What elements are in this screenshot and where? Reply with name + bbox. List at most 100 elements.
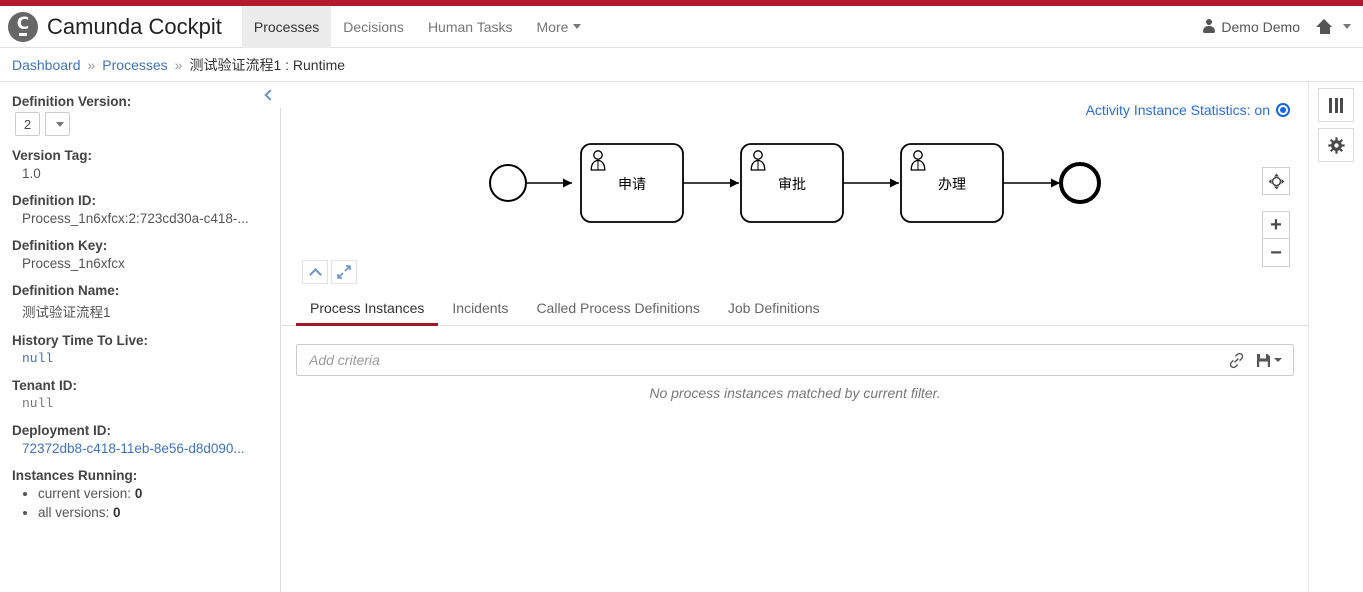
definition-version-group: Definition Version: 2	[12, 94, 266, 136]
current-version-label: current version:	[38, 486, 132, 501]
bpmn-task-3-label: 办理	[938, 177, 966, 193]
all-versions-value: 0	[113, 505, 121, 520]
nav-item-human-tasks[interactable]: Human Tasks	[416, 6, 525, 48]
breadcrumb-separator: »	[174, 57, 183, 73]
definition-id-group: Definition ID: Process_1n6xfcx:2:723cd30…	[12, 193, 266, 226]
deployment-id-value[interactable]: 72372db8-c418-11eb-8e56-d8d090...	[12, 441, 266, 456]
list-item: current version: 0	[38, 486, 266, 501]
tab-incidents[interactable]: Incidents	[438, 300, 522, 325]
definition-name-group: Definition Name: 测试验证流程1	[12, 283, 266, 321]
bpmn-diagram-panel[interactable]: Activity Instance Statistics: on 申请 审批 办…	[282, 82, 1308, 290]
pause-icon	[1329, 97, 1343, 113]
sidebar-collapse-button[interactable]	[256, 82, 281, 108]
minus-icon: −	[1270, 241, 1282, 264]
definition-version-label: Definition Version:	[12, 94, 132, 109]
reset-zoom-button[interactable]	[1262, 167, 1290, 195]
user-name: Demo Demo	[1221, 18, 1300, 35]
version-tag-group: Version Tag: 1.0	[12, 148, 266, 181]
expand-arrows-icon	[337, 265, 351, 279]
chevron-left-icon	[264, 89, 276, 101]
activity-instance-statistics-toggle[interactable]: Activity Instance Statistics: on	[1086, 102, 1290, 118]
user-menu[interactable]: Demo Demo	[1202, 19, 1300, 35]
nav-label-human-tasks: Human Tasks	[427, 18, 513, 35]
bpmn-task-1-label: 申请	[618, 177, 646, 193]
zoom-out-button[interactable]: −	[1262, 239, 1290, 267]
instances-running-list: current version: 0 all versions: 0	[12, 486, 266, 520]
tenant-id-label: Tenant ID:	[12, 378, 77, 393]
breadcrumb-item-processes[interactable]: Processes	[102, 57, 167, 73]
copy-link-button[interactable]	[1228, 352, 1245, 369]
person-icon	[1202, 19, 1215, 34]
settings-button[interactable]	[1318, 128, 1354, 162]
version-selector[interactable]: 2	[12, 112, 266, 136]
version-value[interactable]: 2	[15, 112, 40, 136]
tab-label-job-definitions: Job Definitions	[727, 300, 820, 316]
breadcrumb-separator: »	[87, 57, 96, 73]
filter-actions	[1228, 352, 1293, 369]
brand[interactable]: C Camunda Cockpit	[0, 6, 222, 48]
current-version-value: 0	[134, 486, 143, 501]
right-panel-buttons	[1308, 82, 1363, 592]
deployment-id-group: Deployment ID: 72372db8-c418-11eb-8e56-d…	[12, 423, 266, 456]
nav-item-more[interactable]: More	[525, 6, 594, 48]
pause-button[interactable]	[1318, 88, 1354, 122]
chevron-down-icon	[1343, 24, 1351, 29]
tenant-id-group: Tenant ID: null	[12, 378, 266, 411]
tab-job-definitions[interactable]: Job Definitions	[714, 300, 834, 325]
main-nav: Processes Decisions Human Tasks More	[241, 5, 594, 48]
breadcrumb: Dashboard » Processes » 测试验证流程1 : Runtim…	[0, 49, 1363, 82]
definition-sidebar: Definition Version: 2 Version Tag: 1.0 D…	[0, 82, 281, 592]
collapse-diagram-button[interactable]	[302, 260, 328, 284]
filter-bar[interactable]	[296, 344, 1294, 376]
plus-icon: +	[1270, 214, 1282, 236]
instances-running-group: Instances Running: current version: 0 al…	[12, 468, 266, 520]
save-disk-icon	[1257, 353, 1270, 367]
tab-called-process-definitions[interactable]: Called Process Definitions	[522, 300, 713, 325]
diagram-footer-controls	[302, 260, 357, 284]
chevron-up-icon	[308, 267, 322, 281]
definition-key-label: Definition Key:	[12, 238, 108, 253]
radio-on-icon[interactable]	[1276, 103, 1290, 117]
content-tabs: Process Instances Incidents Called Proce…	[282, 290, 1308, 326]
tab-label-called-process-definitions: Called Process Definitions	[536, 300, 700, 316]
definition-id-value: Process_1n6xfcx:2:723cd30a-c418-...	[22, 211, 249, 226]
save-filter-button[interactable]	[1256, 353, 1282, 368]
version-tag-label: Version Tag:	[12, 148, 93, 163]
chevron-down-icon	[573, 24, 582, 29]
history-ttl-group: History Time To Live: null	[12, 333, 266, 366]
empty-state-message: No process instances matched by current …	[649, 385, 941, 401]
instances-running-label: Instances Running:	[12, 468, 138, 483]
tab-label-process-instances: Process Instances	[310, 300, 425, 316]
nav-item-decisions[interactable]: Decisions	[331, 6, 416, 48]
fullscreen-diagram-button[interactable]	[331, 260, 357, 284]
camunda-logo-icon: C	[8, 11, 38, 42]
all-versions-label: all versions:	[38, 505, 110, 520]
zoom-controls: + −	[1262, 167, 1290, 267]
breadcrumb-item-dashboard[interactable]: Dashboard	[12, 57, 81, 73]
home-menu[interactable]	[1316, 19, 1351, 34]
nav-label-more: More	[536, 18, 569, 35]
history-ttl-value[interactable]: null	[12, 351, 266, 366]
caret-down-icon	[1274, 358, 1282, 362]
caret-down-icon	[56, 121, 64, 127]
bpmn-start-event	[489, 164, 527, 202]
list-item: all versions: 0	[38, 505, 266, 520]
main-content: Activity Instance Statistics: on 申请 审批 办…	[282, 82, 1363, 592]
tab-process-instances[interactable]: Process Instances	[296, 300, 439, 326]
breadcrumb-item-current: 测试验证流程1 : Runtime	[189, 57, 346, 73]
zoom-in-button[interactable]: +	[1262, 211, 1290, 239]
link-icon	[1229, 352, 1244, 368]
bpmn-end-event	[1059, 162, 1101, 204]
tab-label-incidents: Incidents	[452, 300, 509, 316]
version-dropdown-button[interactable]	[45, 112, 70, 136]
definition-key-value: Process_1n6xfcx	[22, 256, 125, 271]
tenant-id-value: null	[22, 396, 54, 411]
definition-id-label: Definition ID:	[12, 193, 96, 208]
nav-item-processes[interactable]: Processes	[241, 5, 332, 48]
bpmn-task-2-label: 审批	[778, 177, 806, 193]
header-right-group: Demo Demo	[1202, 6, 1363, 48]
deployment-id-label: Deployment ID:	[12, 423, 112, 438]
definition-name-label: Definition Name:	[12, 283, 120, 298]
history-ttl-label: History Time To Live:	[12, 333, 149, 348]
search-input[interactable]	[297, 351, 1228, 369]
